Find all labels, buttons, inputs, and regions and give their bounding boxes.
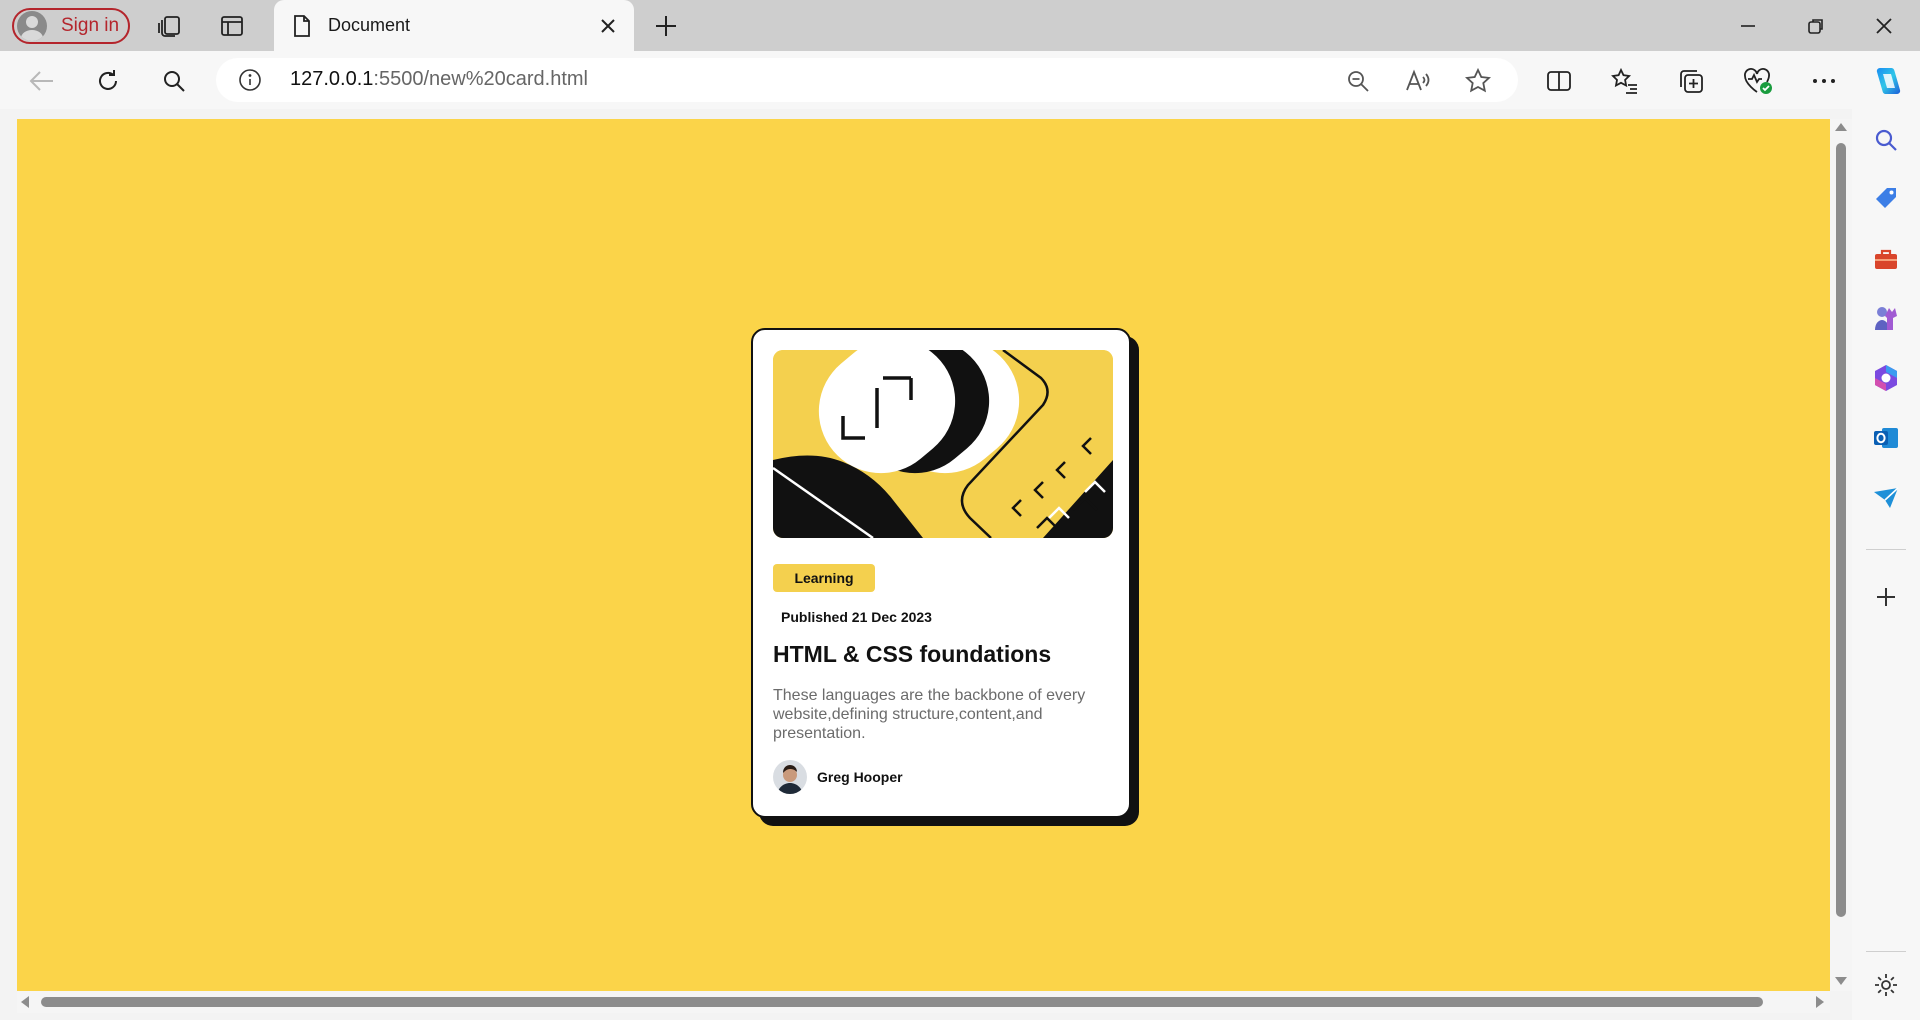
refresh-icon[interactable] — [91, 64, 125, 98]
close-window-icon[interactable] — [1866, 8, 1902, 44]
author-avatar — [773, 760, 807, 794]
browser-toolbar: 127.0.0.1:5500/new%20card.html — [0, 51, 1920, 109]
category-tag: Learning — [773, 564, 875, 592]
collections-icon[interactable] — [1674, 64, 1708, 98]
scroll-left-arrow[interactable] — [21, 996, 29, 1008]
horizontal-scroll-thumb[interactable] — [41, 997, 1763, 1007]
profile-icon — [17, 11, 47, 41]
close-tab-icon[interactable] — [596, 14, 620, 38]
edge-sidebar — [1852, 109, 1920, 1020]
back-icon[interactable] — [25, 64, 59, 98]
tab-document[interactable]: Document — [274, 0, 634, 51]
tools-briefcase-icon[interactable] — [1870, 243, 1902, 275]
favorite-star-icon[interactable] — [1464, 67, 1492, 95]
card-title[interactable]: HTML & CSS foundations — [773, 641, 1051, 668]
browser-essentials-icon[interactable] — [1741, 64, 1775, 98]
author-info: Greg Hooper — [773, 760, 903, 794]
card-illustration — [773, 350, 1113, 538]
sidebar-settings-gear-icon[interactable] — [1870, 969, 1902, 1001]
minimize-icon[interactable] — [1730, 8, 1766, 44]
tab-title: Document — [328, 15, 411, 35]
add-sidebar-app-icon[interactable] — [1870, 581, 1902, 613]
sidebar-divider-bottom — [1866, 951, 1906, 952]
sign-in-button[interactable]: Sign in — [12, 8, 130, 44]
scroll-up-arrow[interactable] — [1835, 123, 1847, 131]
read-aloud-icon[interactable] — [1404, 67, 1432, 95]
card-description: These languages are the backbone of ever… — [773, 687, 1086, 742]
favorites-icon[interactable] — [1608, 64, 1642, 98]
vertical-scroll-thumb[interactable] — [1836, 143, 1846, 917]
split-screen-icon[interactable] — [1542, 64, 1576, 98]
author-name: Greg Hooper — [817, 769, 903, 785]
url-text[interactable]: 127.0.0.1:5500/new%20card.html — [290, 68, 588, 91]
send-icon[interactable] — [1870, 482, 1902, 514]
shopping-tag-icon[interactable] — [1870, 183, 1902, 215]
sidebar-divider — [1866, 549, 1906, 550]
restore-icon[interactable] — [1798, 8, 1834, 44]
scroll-down-arrow[interactable] — [1835, 977, 1847, 985]
more-options-icon[interactable] — [1807, 64, 1841, 98]
copilot-icon[interactable] — [1869, 64, 1903, 98]
search-icon[interactable] — [157, 64, 191, 98]
site-info-icon[interactable] — [238, 68, 262, 92]
url-path: :5500/new%20card.html — [373, 68, 588, 90]
url-host: 127.0.0.1 — [290, 68, 374, 90]
tab-actions-icon[interactable] — [216, 10, 248, 42]
tab-bar: Sign in Document — [0, 0, 1920, 51]
sidebar-search-icon[interactable] — [1870, 124, 1902, 156]
microsoft365-icon[interactable] — [1870, 362, 1902, 394]
horizontal-scrollbar[interactable] — [17, 991, 1830, 1013]
page-viewport: Learning Published 21 Dec 2023 HTML & CS… — [17, 119, 1830, 991]
sign-in-label: Sign in — [61, 15, 120, 36]
zoom-out-icon[interactable] — [1344, 67, 1372, 95]
address-bar[interactable]: 127.0.0.1:5500/new%20card.html — [216, 58, 1518, 102]
document-icon — [294, 14, 310, 37]
publish-date: Published 21 Dec 2023 — [781, 609, 932, 625]
outlook-icon[interactable] — [1870, 422, 1902, 454]
scroll-right-arrow[interactable] — [1816, 996, 1824, 1008]
new-tab-icon[interactable] — [650, 10, 682, 42]
games-icon[interactable] — [1870, 302, 1902, 334]
vertical-scrollbar[interactable] — [1830, 119, 1852, 991]
workspaces-icon[interactable] — [154, 10, 186, 42]
blog-preview-card: Learning Published 21 Dec 2023 HTML & CS… — [751, 328, 1131, 818]
